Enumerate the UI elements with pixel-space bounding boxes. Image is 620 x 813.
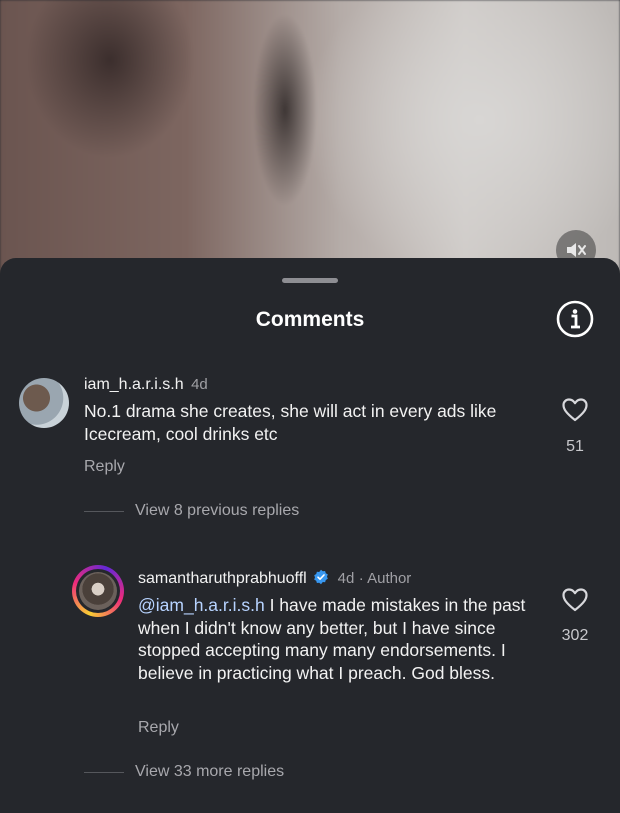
comment-text: No.1 drama she creates, she will act in …	[84, 401, 497, 444]
comment-username[interactable]: samantharuthprabhuoffl	[138, 570, 307, 587]
heart-icon[interactable]	[562, 588, 588, 612]
view-more-replies[interactable]: View 33 more replies	[135, 763, 284, 781]
comment-header: iam_h.a.r.i.s.h 4d	[84, 376, 544, 394]
avatar[interactable]	[76, 569, 120, 613]
mention-link[interactable]: @iam_h.a.r.i.s.h	[138, 595, 265, 615]
info-button[interactable]	[556, 300, 594, 338]
avatar[interactable]	[19, 378, 69, 428]
reply-button[interactable]: Reply	[84, 458, 125, 476]
sheet-title: Comments	[255, 308, 365, 331]
drag-handle[interactable]	[282, 278, 338, 283]
comment-time: 4d	[337, 570, 355, 587]
info-icon	[556, 300, 594, 338]
comment-text: @iam_h.a.r.i.s.h I have made mistakes in…	[138, 594, 538, 684]
heart-icon[interactable]	[562, 398, 588, 422]
speaker-muted-icon	[567, 243, 586, 257]
verified-badge-icon	[314, 569, 328, 585]
comment-time: 4d	[191, 376, 208, 393]
thread-line	[84, 511, 124, 512]
video-background	[0, 0, 620, 290]
thread-line	[84, 772, 124, 773]
like-count: 302	[561, 627, 589, 644]
comments-sheet: Comments iam_h.a.r.i.s.h 4d No.1 drama s…	[0, 258, 620, 813]
comment-username[interactable]: iam_h.a.r.i.s.h	[84, 376, 184, 393]
reply-button[interactable]: Reply	[138, 719, 179, 737]
author-tag: · Author	[358, 570, 412, 587]
avatar-image	[79, 572, 117, 610]
comment-header: samantharuthprabhuoffl 4d · Author	[138, 569, 558, 588]
like-count: 51	[566, 438, 584, 455]
view-previous-replies[interactable]: View 8 previous replies	[135, 502, 299, 520]
